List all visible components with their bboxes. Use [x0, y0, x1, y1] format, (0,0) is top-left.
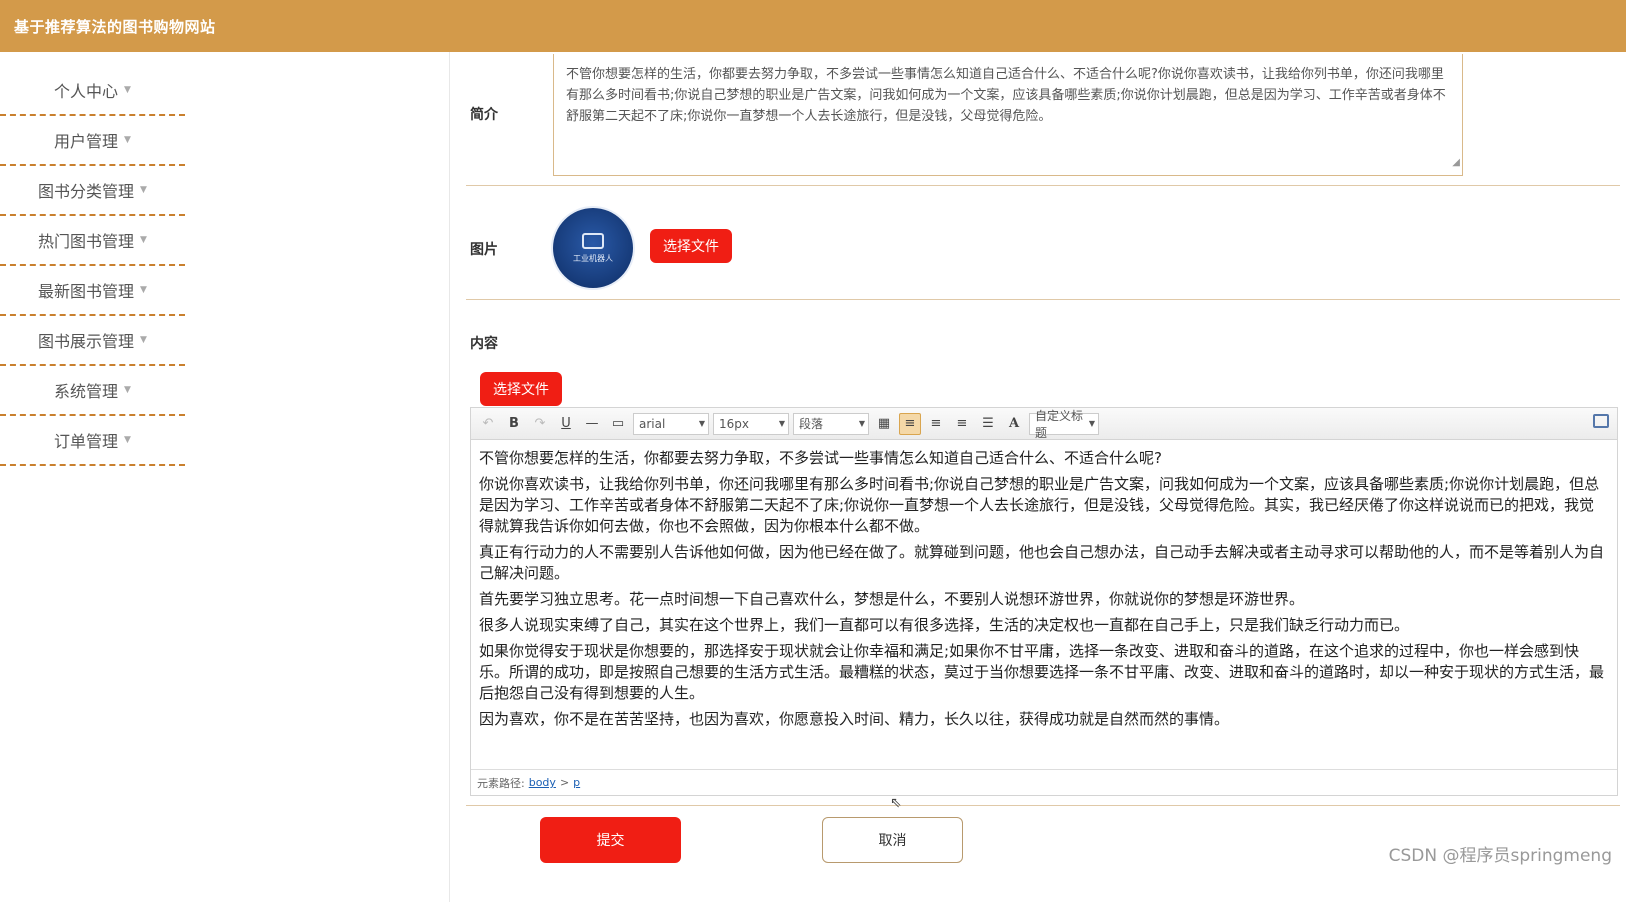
rich-text-editor: ↶ B ↷ U — ▭ arial ▼ 16px ▼ 段落 ▼ ▦ ≡ ≡ ≡ ☰ A… — [470, 407, 1618, 796]
editor-paragraph: 首先要学习独立思考。花一点时间想一下自己喜欢什么，梦想是什么，不要别人说想环游世… — [479, 589, 1609, 610]
editor-paragraph: 不管你想要怎样的生活，你都要去努力争取，不多尝试一些事情怎么知道自己适合什么、不… — [479, 448, 1609, 469]
paragraph-format-select[interactable]: 段落 ▼ — [793, 413, 869, 435]
content-label: 内容 — [470, 333, 498, 353]
intro-text: 不管你想要怎样的生活，你都要去努力争取，不多尝试一些事情怎么知道自己适合什么、不… — [566, 67, 1446, 124]
choose-image-file-button[interactable]: 选择文件 — [650, 229, 732, 263]
element-path-separator: > — [560, 776, 569, 789]
sidebar-item-label: 系统管理 — [54, 378, 118, 402]
caret-down-icon: ▼ — [124, 385, 131, 395]
page-break-icon[interactable]: ▭ — [607, 413, 629, 435]
caret-down-icon: ▼ — [124, 435, 131, 445]
element-path-body-link[interactable]: body — [529, 776, 556, 789]
watermark: CSDN @程序员springmeng — [1389, 841, 1612, 866]
chevron-down-icon: ▼ — [699, 419, 705, 428]
undo-icon[interactable]: ↶ — [477, 413, 499, 435]
image-label: 图片 — [470, 239, 498, 259]
row-divider — [466, 185, 1620, 186]
sidebar-item-label: 订单管理 — [54, 428, 118, 452]
editor-toolbar: ↶ B ↷ U — ▭ arial ▼ 16px ▼ 段落 ▼ ▦ ≡ ≡ ≡ ☰ A… — [471, 408, 1617, 440]
font-family-select[interactable]: arial ▼ — [633, 413, 709, 435]
choose-content-file-button[interactable]: 选择文件 — [480, 372, 562, 406]
caret-down-icon: ▼ — [140, 285, 147, 295]
intro-textarea[interactable]: 不管你想要怎样的生活，你都要去努力争取，不多尝试一些事情怎么知道自己适合什么、不… — [553, 54, 1463, 176]
editor-statusbar: 元素路径: body > p — [471, 769, 1617, 795]
redo-icon[interactable]: ↷ — [529, 413, 551, 435]
editor-paragraph: 因为喜欢，你不是在苦苦坚持，也因为喜欢，你愿意投入时间、精力，长久以往，获得成功… — [479, 709, 1609, 730]
editor-paragraph: 如果你觉得安于现状是你想要的，那选择安于现状就会让你幸福和满足;如果你不甘平庸，… — [479, 641, 1609, 704]
sidebar-item-system[interactable]: 系统管理 ▼ — [0, 366, 185, 416]
caret-down-icon: ▼ — [140, 185, 147, 195]
sidebar-item-label: 图书分类管理 — [38, 178, 134, 202]
row-divider — [466, 805, 1620, 806]
sidebar-item-label: 热门图书管理 — [38, 228, 134, 252]
caret-down-icon: ▼ — [140, 235, 147, 245]
row-divider — [466, 299, 1620, 300]
sidebar-item-orders[interactable]: 订单管理 ▼ — [0, 416, 185, 466]
bold-icon[interactable]: B — [503, 413, 525, 435]
align-left-icon[interactable]: ≡ — [899, 413, 921, 435]
chevron-down-icon: ▼ — [779, 419, 785, 428]
align-right-icon[interactable]: ≡ — [951, 413, 973, 435]
chevron-down-icon: ▼ — [1089, 419, 1095, 428]
chevron-down-icon: ▼ — [859, 419, 865, 428]
sidebar-item-label: 个人中心 — [54, 78, 118, 102]
element-path-p-link[interactable]: p — [573, 776, 580, 789]
editor-paragraph: 很多人说现实束缚了自己，其实在这个世界上，我们一直都可以有很多选择，生活的决定权… — [479, 615, 1609, 636]
top-header: 基于推荐算法的图书购物网站 — [0, 0, 1626, 52]
align-center-icon[interactable]: ≡ — [925, 413, 947, 435]
sidebar-item-book-category[interactable]: 图书分类管理 ▼ — [0, 166, 185, 216]
caret-down-icon: ▼ — [124, 135, 131, 145]
horizontal-rule-icon[interactable]: — — [581, 413, 603, 435]
font-size-value: 16px — [719, 417, 749, 431]
editor-content-area[interactable]: 不管你想要怎样的生活，你都要去努力争取，不多尝试一些事情怎么知道自己适合什么、不… — [471, 440, 1617, 763]
resize-handle-icon[interactable]: ◢ — [1452, 152, 1460, 173]
underline-icon[interactable]: U — [555, 413, 577, 435]
content-divider — [449, 52, 450, 902]
robot-icon — [582, 233, 604, 249]
caret-down-icon: ▼ — [124, 85, 131, 95]
font-size-select[interactable]: 16px ▼ — [713, 413, 789, 435]
intro-label: 简介 — [470, 104, 498, 124]
preview-icon[interactable] — [1593, 414, 1609, 428]
cancel-button[interactable]: 取消 — [822, 817, 963, 863]
paragraph-format-value: 段落 — [799, 415, 823, 432]
book-cover-text: 工业机器人 — [573, 253, 613, 264]
caret-down-icon: ▼ — [140, 335, 147, 345]
editor-paragraph: 你说你喜欢读书，让我给你列书单，你还问我哪里有那么多时间看书;你说自己梦想的职业… — [479, 474, 1609, 537]
app-title: 基于推荐算法的图书购物网站 — [14, 16, 216, 37]
font-family-value: arial — [639, 417, 665, 431]
element-path-label: 元素路径: — [477, 775, 525, 791]
align-justify-icon[interactable]: ☰ — [977, 413, 999, 435]
submit-button[interactable]: 提交 — [540, 817, 681, 863]
font-color-icon[interactable]: A — [1003, 413, 1025, 435]
sidebar-item-label: 最新图书管理 — [38, 278, 134, 302]
sidebar-item-hot-books[interactable]: 热门图书管理 ▼ — [0, 216, 185, 266]
table-icon[interactable]: ▦ — [873, 413, 895, 435]
mouse-cursor-icon: ⇖ — [890, 795, 902, 811]
sidebar-item-user-management[interactable]: 用户管理 ▼ — [0, 116, 185, 166]
custom-title-value: 自定义标题 — [1035, 407, 1089, 441]
book-cover-image: 工业机器人 — [553, 208, 633, 288]
editor-paragraph: 真正有行动力的人不需要别人告诉他如何做，因为他已经在做了。就算碰到问题，他也会自… — [479, 542, 1609, 584]
custom-title-select[interactable]: 自定义标题▼ — [1029, 413, 1099, 435]
sidebar-item-new-books[interactable]: 最新图书管理 ▼ — [0, 266, 185, 316]
sidebar-item-book-display[interactable]: 图书展示管理 ▼ — [0, 316, 185, 366]
sidebar-item-personal-center[interactable]: 个人中心 ▼ — [0, 66, 185, 116]
sidebar: 个人中心 ▼ 用户管理 ▼ 图书分类管理 ▼ 热门图书管理 ▼ 最新图书管理 ▼ 图书展示… — [0, 66, 185, 466]
sidebar-item-label: 用户管理 — [54, 128, 118, 152]
sidebar-item-label: 图书展示管理 — [38, 328, 134, 352]
